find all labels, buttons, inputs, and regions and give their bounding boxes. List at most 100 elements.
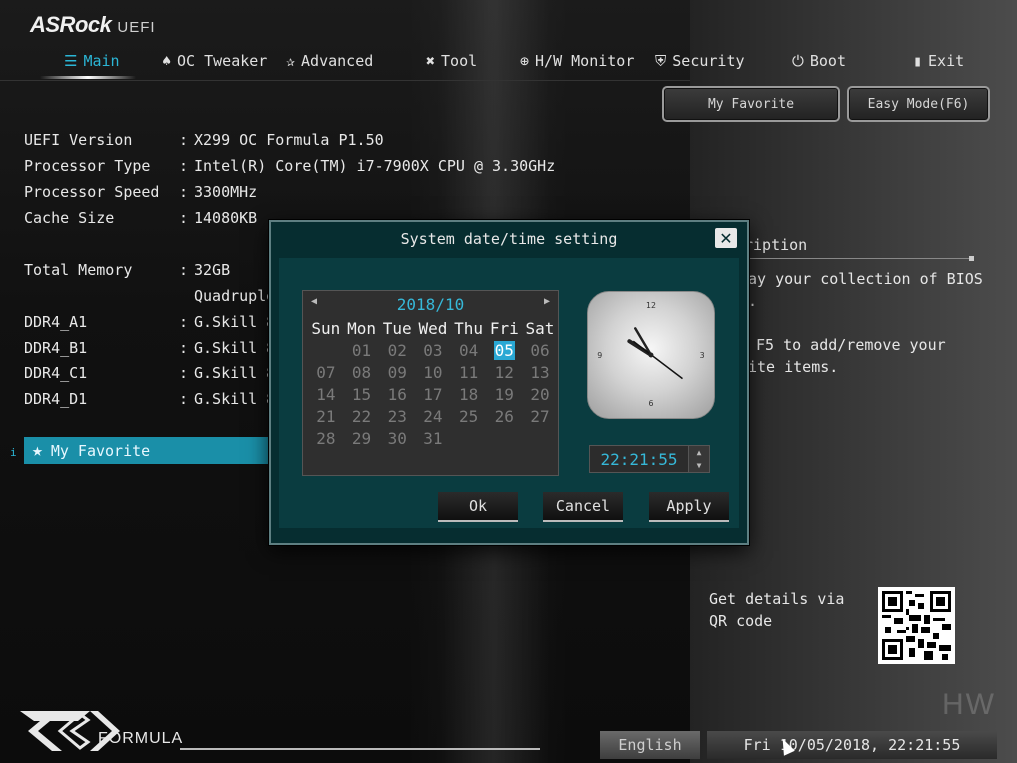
crosshair-icon: ⊕ <box>520 52 530 70</box>
description-text: . <box>748 292 758 310</box>
close-button[interactable]: ✕ <box>715 228 737 248</box>
weekday-label: Mon <box>347 319 376 338</box>
clock-number: 12 <box>646 301 656 310</box>
calendar-day-label: 13 <box>530 363 550 382</box>
weekday-label: Sun <box>311 319 341 338</box>
tab-hw-monitor[interactable]: ⊕ H/W Monitor <box>520 46 634 76</box>
info-value: 14080KB <box>194 209 258 227</box>
tab-tool[interactable]: ✖ Tool <box>426 46 477 76</box>
calendar-day[interactable]: 25 <box>451 406 487 428</box>
calendar-day[interactable]: 08 <box>344 362 380 384</box>
tab-label: Main <box>83 52 120 70</box>
calendar-day[interactable]: 27 <box>522 406 558 428</box>
calendar-day[interactable]: 31 <box>415 428 451 450</box>
weekday-label: Fri <box>489 319 519 338</box>
calendar-day-label: 23 <box>387 407 407 426</box>
calendar-day[interactable]: 29 <box>344 428 380 450</box>
calendar-day[interactable]: 22 <box>344 406 380 428</box>
flame-icon: ♠ <box>162 52 172 70</box>
time-spinner[interactable]: ▲ ▼ <box>688 445 710 473</box>
calendar-day[interactable]: 18 <box>451 384 487 406</box>
calendar-day[interactable]: 30 <box>379 428 415 450</box>
star-icon: ★ <box>32 440 43 461</box>
calendar-day[interactable]: 15 <box>344 384 380 406</box>
nav-divider <box>0 80 690 81</box>
info-value: G.Skill 8 <box>194 339 276 357</box>
tab-security[interactable]: ⛨ Security <box>655 46 745 76</box>
my-favorite-item[interactable]: ★ My Favorite <box>24 437 269 464</box>
calendar-day[interactable]: 07 <box>308 362 344 384</box>
info-key: DDR4_A1 <box>24 313 88 331</box>
calendar-day[interactable]: 11 <box>451 362 487 384</box>
calendar-day[interactable]: 14 <box>308 384 344 406</box>
qr-code-image <box>882 591 951 660</box>
calendar-day[interactable]: 06 <box>522 340 558 362</box>
tab-main[interactable]: ☰ Main <box>64 46 120 76</box>
calendar-day[interactable]: 13 <box>522 362 558 384</box>
calendar-day-label: 12 <box>494 363 514 382</box>
calendar-day[interactable]: 21 <box>308 406 344 428</box>
calendar-day-label: 19 <box>494 385 514 404</box>
calendar-day[interactable]: 23 <box>379 406 415 428</box>
watermark-logo: HW <box>942 688 996 721</box>
calendar-day[interactable]: 10 <box>415 362 451 384</box>
ok-button[interactable]: Ok <box>438 492 518 522</box>
calendar-day[interactable]: 09 <box>379 362 415 384</box>
tab-exit[interactable]: ▮ Exit <box>913 46 964 76</box>
tab-oc-tweaker[interactable]: ♠ OC Tweaker <box>162 46 267 76</box>
info-value: G.Skill 8 <box>194 364 276 382</box>
calendar-day-label: 29 <box>351 429 372 448</box>
description-divider-dot <box>969 256 974 261</box>
calendar-day-label: 31 <box>423 429 443 448</box>
tab-boot[interactable]: ⏻ Boot <box>792 46 846 76</box>
description-text: F5 to add/remove your <box>756 336 946 354</box>
calendar-day[interactable]: 04 <box>451 340 487 362</box>
calendar-day[interactable]: 16 <box>379 384 415 406</box>
calendar-day-label: 03 <box>423 341 443 360</box>
calendar-day[interactable]: 20 <box>522 384 558 406</box>
calendar-day[interactable]: 12 <box>486 362 522 384</box>
calendar-month-label: 2018/10 <box>396 295 465 314</box>
close-icon: ✕ <box>719 228 733 248</box>
calendar-day[interactable]: 02 <box>379 340 415 362</box>
calendar-day-label: 26 <box>494 407 514 426</box>
weekday-label: Sat <box>525 319 555 338</box>
qr-label: Get details via QR code <box>709 590 845 630</box>
calendar-day-label: 22 <box>351 407 372 426</box>
easy-mode-button[interactable]: Easy Mode(F6) <box>847 86 990 122</box>
calendar-day[interactable]: 19 <box>486 384 522 406</box>
calendar-day[interactable]: 17 <box>415 384 451 406</box>
info-value: 32GB <box>194 261 231 279</box>
language-button[interactable]: English <box>600 731 700 759</box>
qr-code[interactable] <box>878 587 955 664</box>
calendar-day-label: 11 <box>458 363 479 382</box>
info-key: Processor Type <box>24 157 151 175</box>
time-input[interactable]: 22:21:55 <box>589 445 689 473</box>
spinner-down-icon[interactable]: ▼ <box>689 459 709 472</box>
clock-number: 3 <box>700 351 705 360</box>
calendar-day[interactable]: 01 <box>344 340 380 362</box>
my-favorite-button[interactable]: My Favorite <box>662 86 840 122</box>
apply-button[interactable]: Apply <box>649 492 729 522</box>
info-value: Intel(R) Core(TM) i7-7900X CPU @ 3.30GHz <box>194 157 556 175</box>
active-tab-indicator <box>40 76 136 79</box>
calendar-day[interactable]: 26 <box>486 406 522 428</box>
datetime-dialog: System date/time setting ✕ ◀ 2018/10 ▶ S… <box>269 220 749 545</box>
calendar-day-label: 14 <box>316 385 336 404</box>
datetime-display[interactable]: Fri 10/05/2018, 22:21:55 <box>707 731 997 759</box>
spinner-up-icon[interactable]: ▲ <box>689 446 709 459</box>
calendar-day-selected[interactable]: 05 <box>486 340 522 362</box>
tab-label: H/W Monitor <box>535 52 635 70</box>
main-nav: ☰ Main ♠ OC Tweaker ✰ Advanced ✖ Tool ⊕ … <box>0 46 1017 80</box>
calendar-day[interactable]: 28 <box>308 428 344 450</box>
calendar-day-label: 08 <box>351 363 372 382</box>
exit-icon: ▮ <box>913 52 923 70</box>
calendar-empty-cell <box>522 428 558 450</box>
calendar-day[interactable]: 03 <box>415 340 451 362</box>
tab-advanced[interactable]: ✰ Advanced <box>286 46 373 76</box>
cancel-button[interactable]: Cancel <box>543 492 623 522</box>
calendar-day[interactable]: 24 <box>415 406 451 428</box>
next-month-icon[interactable]: ▶ <box>544 296 550 307</box>
clock-number: 9 <box>597 351 602 360</box>
calendar-day-label: 10 <box>423 363 443 382</box>
